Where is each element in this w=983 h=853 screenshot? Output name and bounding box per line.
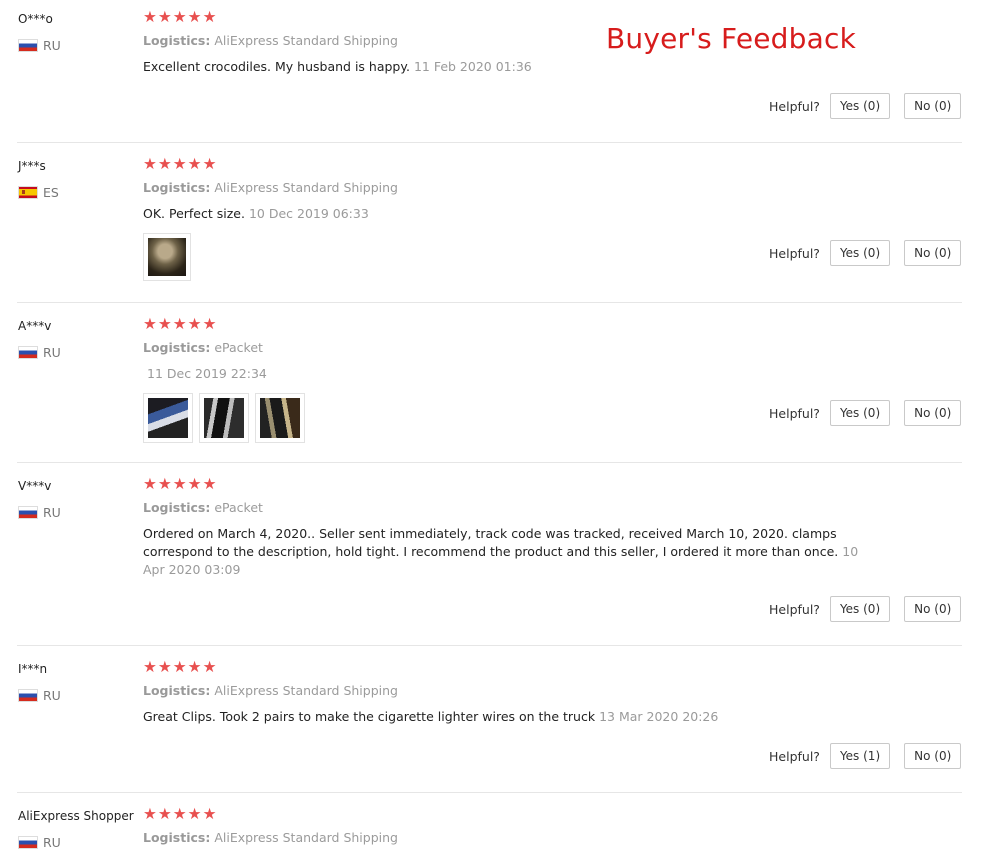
helpful-yes-button[interactable]: Yes (0) (829, 596, 891, 622)
logistics-value: AliExpress Standard Shipping (214, 683, 398, 698)
review-photo-thumbnail[interactable] (199, 393, 249, 443)
helpful-no-button[interactable]: No (0) (904, 93, 962, 119)
russia-flag-icon (18, 38, 38, 52)
helpful-label: Helpful? (769, 245, 820, 261)
star-rating: ★★★★★ (143, 805, 218, 823)
helpful-label: Helpful? (769, 601, 820, 617)
review-text: Ordered on March 4, 2020.. Seller sent i… (143, 526, 839, 559)
review-divider (17, 462, 962, 463)
helpful-yes-button[interactable]: Yes (1) (829, 743, 891, 769)
helpful-label: Helpful? (769, 98, 820, 114)
russia-flag-icon (18, 345, 38, 359)
russia-flag-icon (18, 505, 38, 519)
spain-flag-icon (18, 185, 38, 199)
logistics-info: Logistics: AliExpress Standard Shipping (143, 33, 398, 48)
helpful-yes-button[interactable]: Yes (0) (829, 240, 891, 266)
reviewer-name: I***n (18, 662, 48, 676)
reviewer-name: AliExpress Shopper (18, 809, 134, 823)
review-content: OK. Perfect size. 10 Dec 2019 06:33 (143, 205, 873, 223)
helpful-no-button[interactable]: No (0) (904, 240, 962, 266)
review-text: Great Clips. Took 2 pairs to make the ci… (143, 709, 596, 724)
russia-flag-icon (18, 835, 38, 849)
country-code: RU (43, 504, 61, 520)
feedback-banner: Buyer's Feedback (606, 22, 856, 55)
logistics-value: AliExpress Standard Shipping (214, 33, 398, 48)
review-date: 11 Dec 2019 22:34 (147, 366, 267, 381)
review-divider (17, 645, 962, 646)
helpful-controls: Helpful? Yes (0) No (0) (769, 596, 962, 622)
review-content: Excellent crocodiles. My husband is happ… (143, 58, 873, 76)
logistics-value: ePacket (214, 500, 263, 515)
review-content: 11 Dec 2019 22:34 (143, 365, 873, 383)
logistics-label: Logistics: (143, 33, 211, 48)
logistics-info: Logistics: AliExpress Standard Shipping (143, 830, 398, 845)
reviewer-country: ES (18, 184, 59, 200)
review-content: Ordered on March 4, 2020.. Seller sent i… (143, 525, 873, 579)
helpful-yes-button[interactable]: Yes (0) (829, 93, 891, 119)
review-text: Excellent crocodiles. My husband is happ… (143, 59, 410, 74)
review-photo-thumbnail[interactable] (255, 393, 305, 443)
reviewer-country: RU (18, 834, 61, 850)
helpful-controls: Helpful? Yes (1) No (0) (769, 743, 962, 769)
reviewer-country: RU (18, 687, 61, 703)
photo-image (148, 238, 186, 276)
country-code: RU (43, 344, 61, 360)
reviewer-country: RU (18, 344, 61, 360)
country-code: RU (43, 687, 61, 703)
star-rating: ★★★★★ (143, 155, 218, 173)
reviewer-country: RU (18, 37, 61, 53)
review-photo-thumbnail[interactable] (143, 393, 193, 443)
star-rating: ★★★★★ (143, 315, 218, 333)
photo-image (260, 398, 300, 438)
review-divider (17, 302, 962, 303)
reviewer-name: J***s (18, 159, 46, 173)
reviewer-country: RU (18, 504, 61, 520)
photo-image (204, 398, 244, 438)
country-code: ES (43, 184, 59, 200)
logistics-value: ePacket (214, 340, 263, 355)
helpful-no-button[interactable]: No (0) (904, 596, 962, 622)
star-rating: ★★★★★ (143, 475, 218, 493)
review-divider (17, 792, 962, 793)
reviewer-name: O***o (18, 12, 53, 26)
reviewer-name: A***v (18, 319, 52, 333)
review-content: Great Clips. Took 2 pairs to make the ci… (143, 708, 873, 726)
logistics-info: Logistics: AliExpress Standard Shipping (143, 683, 398, 698)
helpful-label: Helpful? (769, 748, 820, 764)
reviewer-name: V***v (18, 479, 52, 493)
logistics-label: Logistics: (143, 180, 211, 195)
helpful-controls: Helpful? Yes (0) No (0) (769, 400, 962, 426)
review-date: 13 Mar 2020 20:26 (599, 709, 719, 724)
logistics-info: Logistics: ePacket (143, 340, 263, 355)
review-photo-thumbnail[interactable] (143, 233, 191, 281)
helpful-no-button[interactable]: No (0) (904, 743, 962, 769)
star-rating: ★★★★★ (143, 658, 218, 676)
logistics-value: AliExpress Standard Shipping (214, 830, 398, 845)
logistics-value: AliExpress Standard Shipping (214, 180, 398, 195)
helpful-yes-button[interactable]: Yes (0) (829, 400, 891, 426)
logistics-label: Logistics: (143, 683, 211, 698)
review-photos (143, 233, 191, 281)
helpful-controls: Helpful? Yes (0) No (0) (769, 240, 962, 266)
review-text: OK. Perfect size. (143, 206, 245, 221)
helpful-controls: Helpful? Yes (0) No (0) (769, 93, 962, 119)
helpful-no-button[interactable]: No (0) (904, 400, 962, 426)
logistics-info: Logistics: ePacket (143, 500, 263, 515)
review-date: 11 Feb 2020 01:36 (413, 59, 532, 74)
logistics-label: Logistics: (143, 830, 211, 845)
country-code: RU (43, 834, 61, 850)
review-date: 10 Dec 2019 06:33 (248, 206, 369, 221)
star-rating: ★★★★★ (143, 8, 218, 26)
country-code: RU (43, 37, 61, 53)
russia-flag-icon (18, 688, 38, 702)
logistics-info: Logistics: AliExpress Standard Shipping (143, 180, 398, 195)
review-divider (17, 142, 962, 143)
logistics-label: Logistics: (143, 340, 211, 355)
helpful-label: Helpful? (769, 405, 820, 421)
logistics-label: Logistics: (143, 500, 211, 515)
photo-image (148, 398, 188, 438)
review-photos (143, 393, 305, 443)
